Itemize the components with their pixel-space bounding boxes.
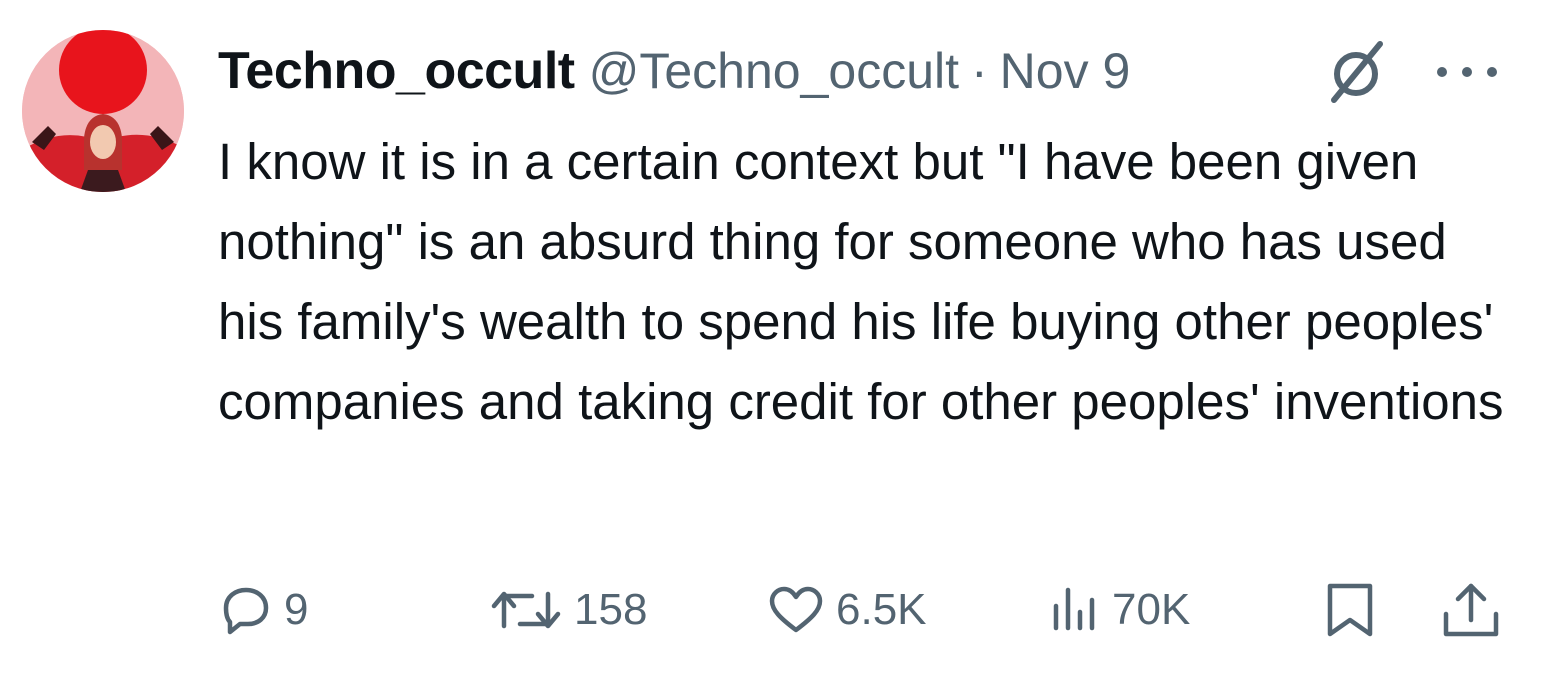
bookmark-icon bbox=[1327, 583, 1373, 637]
views-count: 70K bbox=[1112, 585, 1191, 634]
like-count: 6.5K bbox=[836, 585, 927, 634]
author-handle[interactable]: @Techno_occult bbox=[589, 42, 959, 100]
tweet-text: I know it is in a certain context but "I… bbox=[218, 133, 1508, 430]
tweet-date[interactable]: Nov 9 bbox=[1000, 42, 1131, 100]
tweet-card: Techno_occult @Techno_occult · Nov 9 I k… bbox=[0, 0, 1545, 678]
retweet-count: 158 bbox=[574, 585, 648, 634]
retweet-button[interactable]: 158 bbox=[488, 570, 647, 650]
retweet-icon bbox=[491, 591, 561, 629]
reply-icon bbox=[223, 587, 269, 635]
more-options-icon[interactable] bbox=[1432, 64, 1502, 80]
tweet-actions: 9 158 6.5K 70K bbox=[0, 570, 1545, 650]
header-separator: · bbox=[971, 43, 988, 99]
views-icon bbox=[1053, 587, 1095, 631]
reply-count: 9 bbox=[284, 585, 309, 634]
avatar-image bbox=[22, 30, 184, 192]
views-button[interactable]: 70K bbox=[1046, 570, 1190, 650]
bookmark-button[interactable] bbox=[1322, 570, 1378, 650]
grok-icon[interactable] bbox=[1328, 38, 1388, 104]
tweet-header: Techno_occult @Techno_occult · Nov 9 bbox=[218, 36, 1130, 106]
share-button[interactable] bbox=[1440, 570, 1502, 650]
author-display-name[interactable]: Techno_occult bbox=[218, 41, 575, 101]
share-icon bbox=[1443, 583, 1499, 637]
like-button[interactable]: 6.5K bbox=[766, 570, 927, 650]
reply-button[interactable]: 9 bbox=[218, 570, 308, 650]
like-icon bbox=[769, 586, 823, 633]
avatar[interactable] bbox=[22, 30, 184, 192]
